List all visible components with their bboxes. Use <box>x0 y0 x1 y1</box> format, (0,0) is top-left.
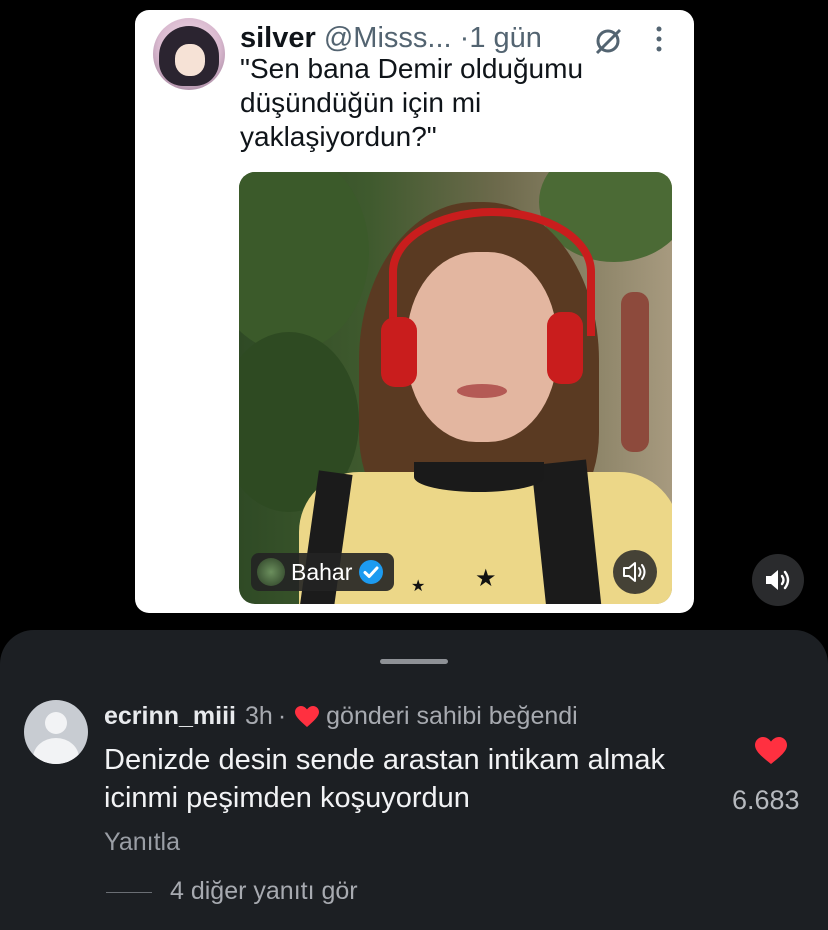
view-more-replies-button[interactable]: 4 diğer yanıtı gör <box>170 877 358 906</box>
tweet-media-video[interactable]: ★ ★ Bahar <box>239 172 672 604</box>
tweet-dot: · <box>459 22 470 54</box>
media-tag[interactable]: Bahar <box>251 553 395 591</box>
tweet-card[interactable]: silver @Misss... ·1 gün "Sen bana Demir … <box>135 10 694 613</box>
tweet-time: 1 gün <box>469 22 542 54</box>
tweet-header: silver @Misss... ·1 gün <box>240 22 542 55</box>
volume-button[interactable] <box>752 554 804 606</box>
comments-sheet[interactable]: ecrinn_miii 3h · gönderi sahibi beğendi … <box>0 630 828 930</box>
heart-icon <box>295 705 320 727</box>
tweet-author-handle: @Misss... <box>323 22 452 54</box>
tweet-text: "Sen bana Demir olduğumu düşündüğün için… <box>240 53 584 152</box>
heart-icon[interactable] <box>754 736 788 766</box>
tweet-avatar <box>153 18 225 90</box>
volume-icon <box>623 562 646 582</box>
sheet-drag-handle[interactable] <box>380 659 448 664</box>
more-icon[interactable] <box>649 22 669 56</box>
volume-icon <box>766 570 790 590</box>
reply-button[interactable]: Yanıtla <box>104 828 180 857</box>
avatar-placeholder-icon[interactable] <box>24 700 88 764</box>
like-count: 6.683 <box>732 785 800 815</box>
replies-divider <box>106 892 152 893</box>
liked-by-author-label: gönderi sahibi beğendi <box>326 702 578 730</box>
comment-text: Denizde desin sende arastan intikam alma… <box>104 744 665 814</box>
comment-time: 3h <box>245 702 273 730</box>
comment-separator: · <box>277 702 287 730</box>
comment-username[interactable]: ecrinn_miii <box>104 702 236 731</box>
tag-avatar <box>257 558 285 586</box>
verified-icon <box>359 560 384 584</box>
comment-meta: ecrinn_miii 3h · gönderi sahibi beğendi <box>104 702 578 731</box>
media-volume-button[interactable] <box>613 550 657 594</box>
tweet-author-name: silver <box>240 22 316 54</box>
media-tag-label: Bahar <box>291 558 353 585</box>
